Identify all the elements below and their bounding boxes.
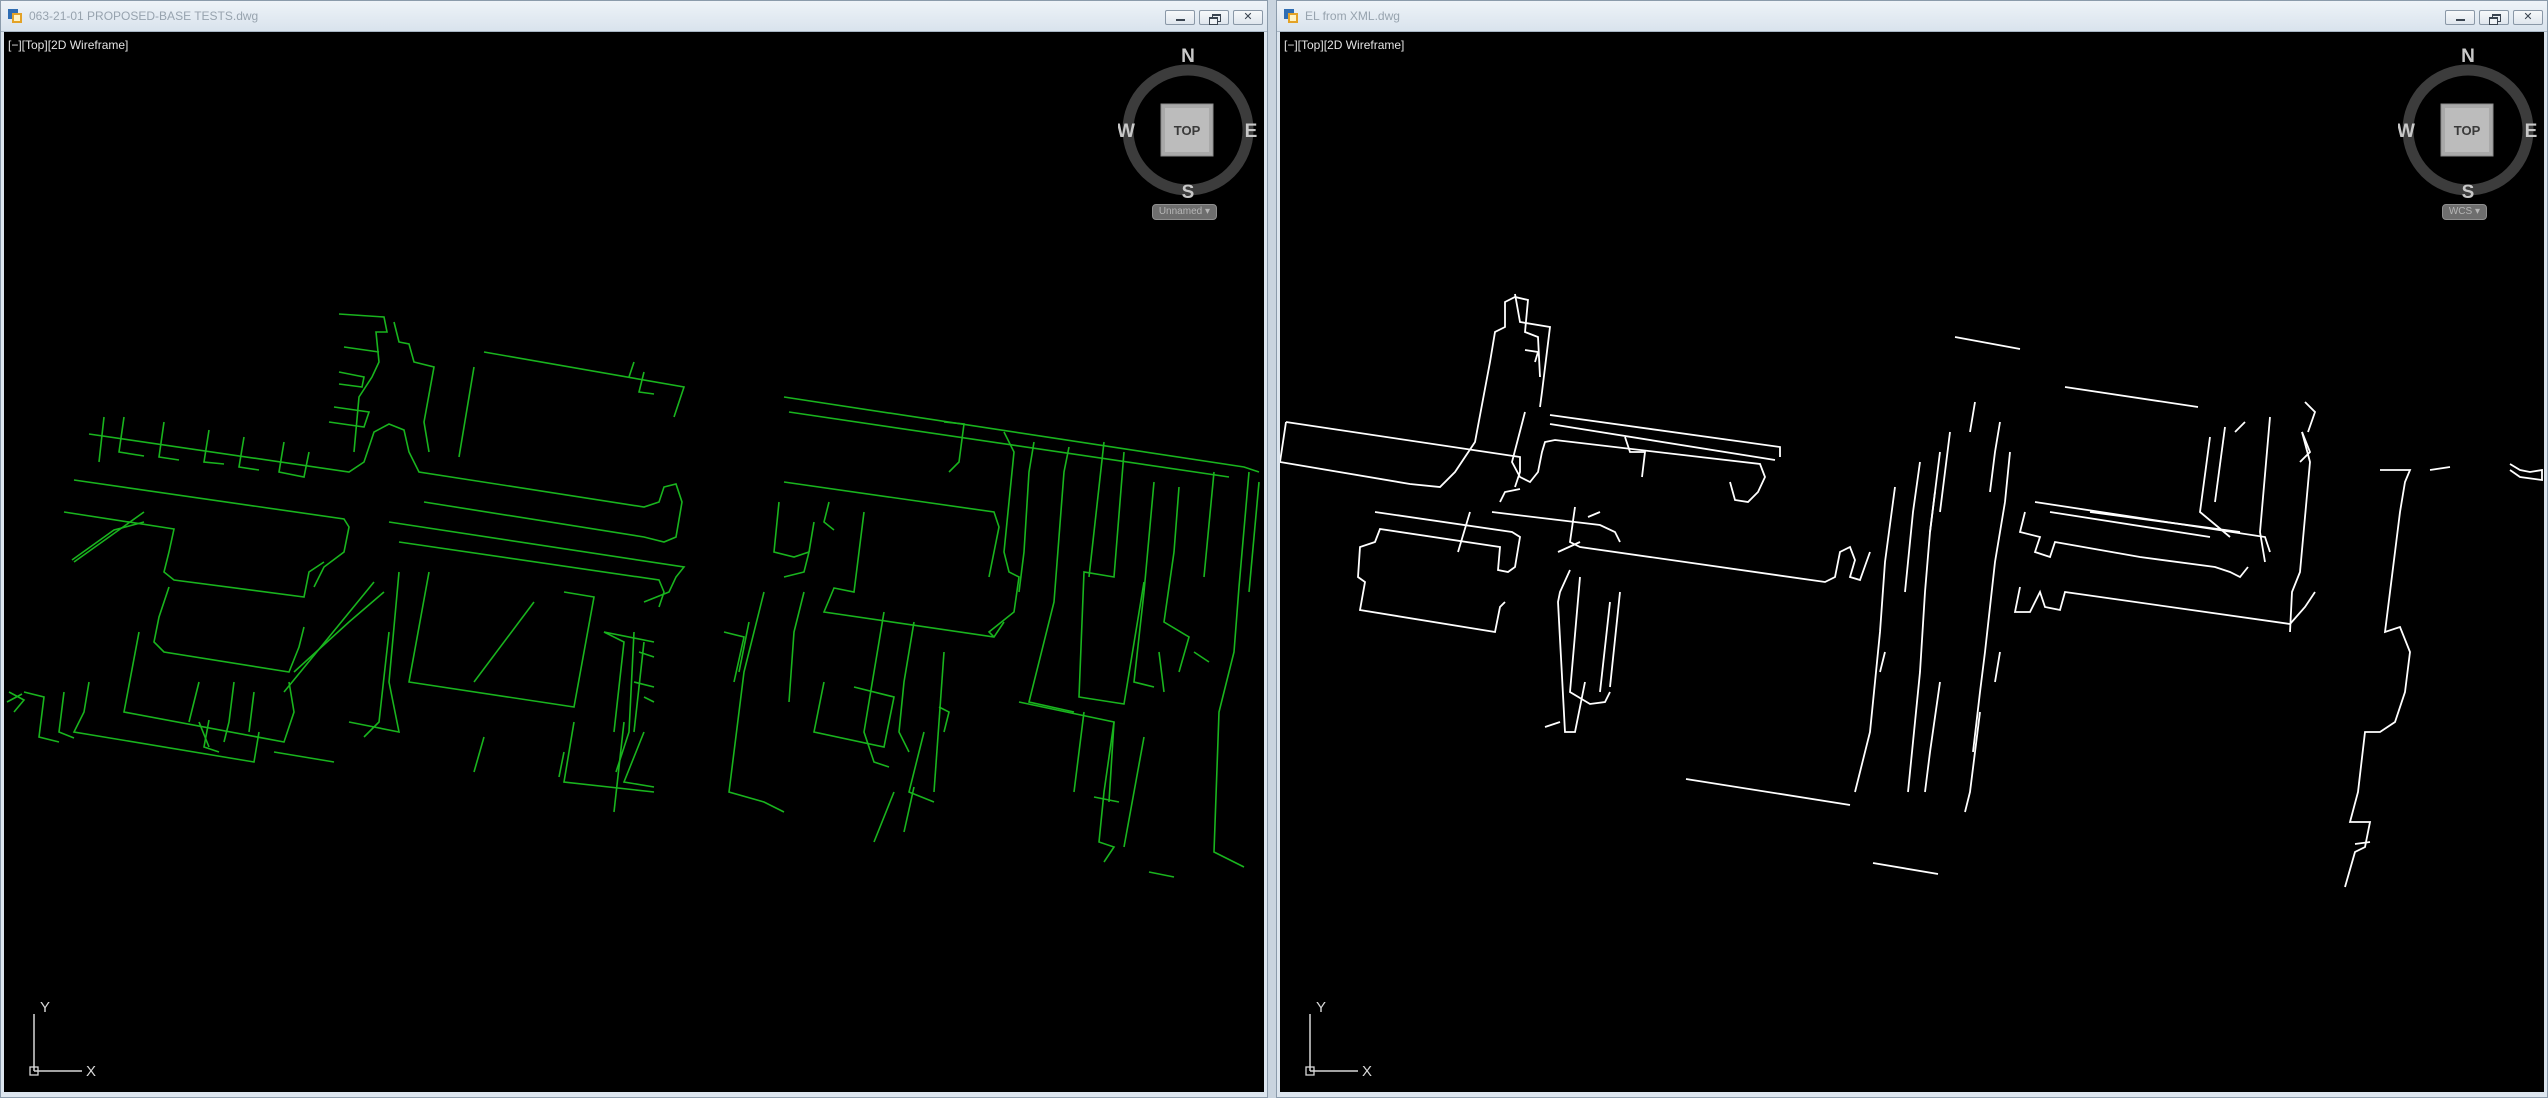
compass-east[interactable]: E <box>2525 121 2538 142</box>
close-button[interactable] <box>1233 10 1263 25</box>
title-bar[interactable]: 063-21-01 PROPOSED-BASE TESTS.dwg <box>1 1 1267 32</box>
restore-button[interactable] <box>2479 10 2509 25</box>
ucs-y-label: Y <box>1316 999 1326 1016</box>
drawing-window-left[interactable]: 063-21-01 PROPOSED-BASE TESTS.dwg ✕ [−][… <box>0 0 1268 1098</box>
ucs-axis-icon: Y X <box>29 999 96 1078</box>
compass-north[interactable]: N <box>1181 48 1195 67</box>
ucs-axis-icon: Y X <box>1305 999 1372 1078</box>
viewcube[interactable]: TOP N S E W <box>2398 48 2538 198</box>
minimize-button[interactable] <box>2445 10 2475 25</box>
viewport-controls-label[interactable]: [−][Top][2D Wireframe] <box>8 38 128 52</box>
autocad-drawing-icon <box>1284 9 1298 23</box>
restore-button[interactable] <box>1199 10 1229 25</box>
viewcube[interactable]: TOP N S E W <box>1118 48 1258 198</box>
close-button[interactable] <box>2513 10 2543 25</box>
model-viewport[interactable]: [−][Top][2D Wireframe] TOP N S E W Unnam… <box>4 32 1264 1092</box>
viewcube-top-label: TOP <box>1174 123 1201 138</box>
title-bar[interactable]: EL from XML.dwg <box>1277 1 2547 32</box>
drawing-canvas-right[interactable] <box>1280 32 2544 1092</box>
ucs-y-label: Y <box>40 999 50 1016</box>
compass-south[interactable]: S <box>2462 182 2475 198</box>
site-linework-green <box>6 313 1260 878</box>
compass-east[interactable]: E <box>1245 121 1258 142</box>
compass-north[interactable]: N <box>2461 48 2475 67</box>
chevron-down-icon: ▾ <box>1204 206 1210 217</box>
model-viewport[interactable]: [−][Top][2D Wireframe] TOP N S E W WCS ▾… <box>1280 32 2544 1092</box>
compass-west[interactable]: W <box>2398 121 2415 142</box>
ucs-menu-button[interactable]: Unnamed ▾ <box>1151 204 1217 220</box>
compass-west[interactable]: W <box>1118 121 1135 142</box>
ucs-menu-button[interactable]: WCS ▾ <box>2441 204 2487 220</box>
viewcube-top-label: TOP <box>2454 123 2481 138</box>
drawing-canvas-left[interactable] <box>4 32 1264 1092</box>
ucs-menu-label: WCS <box>2448 206 2473 217</box>
minimize-button[interactable] <box>1165 10 1195 25</box>
ucs-menu-label: Unnamed <box>1158 206 1203 217</box>
autocad-drawing-icon <box>8 9 22 23</box>
ucs-x-label: X <box>86 1063 96 1078</box>
window-title: EL from XML.dwg <box>1305 9 1400 23</box>
compass-south[interactable]: S <box>1182 182 1195 198</box>
drawing-window-right[interactable]: EL from XML.dwg ✕ [−][Top][2D Wireframe]… <box>1276 0 2548 1098</box>
viewport-controls-label[interactable]: [−][Top][2D Wireframe] <box>1284 38 1404 52</box>
edge-linework-white <box>1280 293 2543 888</box>
window-title: 063-21-01 PROPOSED-BASE TESTS.dwg <box>29 9 259 23</box>
chevron-down-icon: ▾ <box>2474 206 2480 217</box>
ucs-x-label: X <box>1362 1063 1372 1078</box>
